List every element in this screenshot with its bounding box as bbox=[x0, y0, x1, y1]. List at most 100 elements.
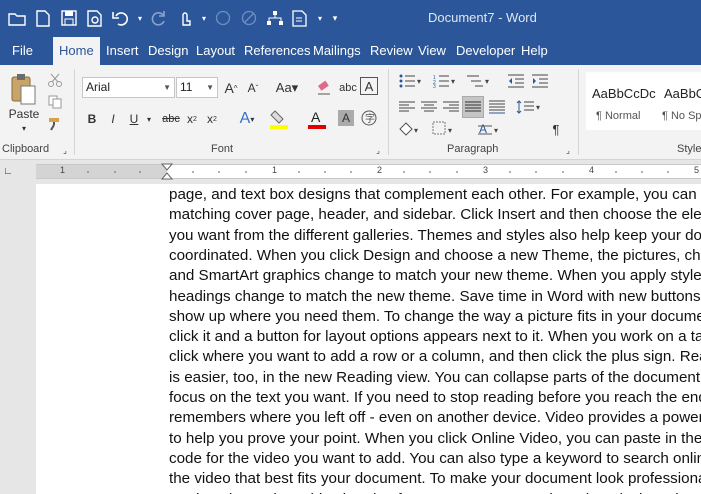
numbering-icon[interactable]: 1 2 3 ▾ bbox=[430, 71, 460, 91]
open-folder-icon[interactable] bbox=[6, 7, 28, 29]
document-text-line[interactable]: show up where you need them. To change t… bbox=[169, 308, 701, 325]
document-text-line[interactable]: click it and a button for layout options… bbox=[169, 328, 701, 345]
decrease-indent-icon[interactable] bbox=[506, 71, 526, 91]
tab-design[interactable]: Design bbox=[142, 37, 194, 65]
tab-layout[interactable]: Layout bbox=[190, 37, 241, 65]
ribbon-tabs: File Home Insert Design Layout Reference… bbox=[0, 37, 701, 66]
document-text-line[interactable]: the video that best fits your document. … bbox=[169, 470, 701, 487]
tab-help[interactable]: Help bbox=[515, 37, 554, 65]
clear-formatting-icon[interactable] bbox=[314, 78, 334, 98]
strikethrough-button[interactable]: abc bbox=[160, 109, 182, 129]
document-text-line[interactable]: you want from the different galleries. T… bbox=[169, 227, 701, 244]
form-icon[interactable] bbox=[290, 7, 312, 29]
grow-font-icon[interactable]: A ^ bbox=[222, 78, 240, 98]
document-text-line[interactable]: matching cover page, header, and sidebar… bbox=[169, 206, 701, 223]
circle-icon[interactable] bbox=[212, 7, 234, 29]
copy-icon[interactable] bbox=[46, 93, 64, 111]
line-spacing-icon[interactable]: ▾ bbox=[514, 97, 544, 117]
show-hide-icon[interactable]: ¶ bbox=[548, 119, 564, 139]
underline-dropdown-icon[interactable]: ▾ bbox=[144, 109, 154, 129]
save-icon[interactable] bbox=[58, 7, 80, 29]
svg-text:▾: ▾ bbox=[536, 103, 540, 112]
tab-references[interactable]: References bbox=[238, 37, 316, 65]
customize-qat-icon[interactable]: ▾ bbox=[328, 7, 342, 29]
paste-button[interactable]: Paste bbox=[4, 107, 44, 121]
font-name-combo[interactable]: Arial ▼ bbox=[82, 77, 175, 98]
document-text-line[interactable]: code for the video you want to add. You … bbox=[169, 450, 701, 467]
svg-text:3: 3 bbox=[433, 84, 436, 88]
print-preview-icon[interactable] bbox=[84, 7, 106, 29]
style-normal[interactable]: AaBbCcDc ¶ Normal bbox=[586, 72, 664, 130]
undo-icon[interactable] bbox=[110, 7, 132, 29]
tab-home[interactable]: Home bbox=[53, 37, 100, 66]
tab-view[interactable]: View bbox=[412, 37, 452, 65]
document-text-line[interactable]: coordinated. When you click Design and c… bbox=[169, 247, 701, 264]
title-bar: ▾ ▾ ▾ ▾ Document7 - Word bbox=[0, 0, 701, 37]
underline-button[interactable]: U bbox=[126, 109, 142, 129]
document-text-line[interactable]: and SmartArt graphics change to match yo… bbox=[169, 267, 701, 284]
hierarchy-icon[interactable] bbox=[264, 7, 286, 29]
undo-dropdown-icon[interactable]: ▾ bbox=[136, 7, 144, 29]
shading-icon[interactable]: ▾ bbox=[396, 119, 424, 139]
tab-selector-icon[interactable]: ∟ bbox=[2, 165, 14, 177]
distributed-icon[interactable] bbox=[486, 97, 508, 117]
document-text-line[interactable]: page, and text box designs that compleme… bbox=[169, 186, 701, 203]
paragraph-launcher-icon[interactable]: ⌟ bbox=[563, 145, 573, 155]
document-text-line[interactable]: to help you prove your point. When you c… bbox=[169, 430, 701, 447]
phonetic-guide-icon[interactable]: abc bbox=[338, 78, 358, 98]
multilevel-list-icon[interactable]: ▾ bbox=[464, 71, 494, 91]
form-dropdown-icon[interactable]: ▾ bbox=[316, 7, 324, 29]
style-name: ¶ Normal bbox=[596, 110, 641, 122]
document-text-line[interactable]: is easier, too, in the new Reading view.… bbox=[169, 369, 701, 386]
shrink-font-icon[interactable]: Aˇ bbox=[244, 78, 262, 98]
svg-text:▾: ▾ bbox=[448, 126, 452, 135]
tab-insert[interactable]: Insert bbox=[100, 37, 145, 65]
text-effects-icon[interactable]: A ▾ bbox=[236, 108, 258, 130]
format-painter-icon[interactable] bbox=[46, 115, 64, 133]
align-left-icon[interactable] bbox=[396, 97, 418, 117]
document-text-line[interactable]: headings change to match the new theme. … bbox=[169, 288, 701, 305]
highlight-color-icon[interactable] bbox=[266, 108, 292, 130]
tab-review[interactable]: Review bbox=[364, 37, 419, 65]
document-page[interactable]: page, and text box designs that compleme… bbox=[36, 184, 701, 494]
document-text-line[interactable]: remembers where you left off - even on a… bbox=[169, 409, 701, 426]
tab-mailings[interactable]: Mailings bbox=[307, 37, 367, 65]
new-document-icon[interactable] bbox=[32, 7, 54, 29]
document-text-line[interactable]: click where you want to add a row or a c… bbox=[169, 348, 701, 365]
change-case-icon[interactable]: Aa▾ bbox=[273, 78, 301, 98]
italic-button[interactable]: I bbox=[106, 109, 120, 129]
font-size-combo[interactable]: 11 ▼ bbox=[176, 77, 218, 98]
indent-marker-icon[interactable] bbox=[161, 163, 173, 181]
align-right-icon[interactable] bbox=[440, 97, 462, 117]
tab-file[interactable]: File bbox=[6, 37, 39, 65]
paste-icon[interactable] bbox=[8, 71, 38, 107]
character-shading-icon[interactable]: A bbox=[338, 110, 354, 126]
asian-layout-icon[interactable]: A ▾ bbox=[476, 119, 504, 139]
paste-dropdown-icon[interactable]: ▾ bbox=[18, 123, 30, 133]
subscript-button[interactable]: x2 bbox=[184, 109, 200, 129]
superscript-button[interactable]: x2 bbox=[204, 109, 220, 129]
justify-icon[interactable] bbox=[462, 96, 484, 118]
touch-dropdown-icon[interactable]: ▾ bbox=[200, 7, 208, 29]
document-text-line[interactable]: produced, Word provides header, footer, … bbox=[169, 491, 696, 494]
draw-icon[interactable] bbox=[238, 7, 260, 29]
align-center-icon[interactable] bbox=[418, 97, 440, 117]
character-border-icon[interactable]: A bbox=[360, 77, 378, 95]
clipboard-group-label: Clipboard bbox=[2, 143, 50, 155]
font-color-icon[interactable]: A bbox=[304, 108, 330, 130]
paragraph-group-label: Paragraph bbox=[447, 143, 499, 155]
borders-icon[interactable]: ▾ bbox=[430, 119, 458, 139]
document-text-line[interactable]: focus on the text you want. If you need … bbox=[169, 389, 701, 406]
font-launcher-icon[interactable]: ⌟ bbox=[373, 145, 383, 155]
clipboard-launcher-icon[interactable]: ⌟ bbox=[60, 145, 70, 155]
enclose-characters-icon[interactable]: 字 bbox=[360, 109, 378, 127]
horizontal-ruler[interactable]: 1 1 2 3 4 5 bbox=[36, 163, 701, 181]
touch-mode-icon[interactable] bbox=[174, 7, 196, 29]
cut-icon[interactable] bbox=[46, 71, 64, 89]
increase-indent-icon[interactable] bbox=[530, 71, 550, 91]
style-no-spacing[interactable]: AaBbCcDc ¶ No Spac... bbox=[658, 72, 701, 130]
tab-developer[interactable]: Developer bbox=[450, 37, 521, 65]
bold-button[interactable]: B bbox=[84, 109, 100, 129]
bullets-icon[interactable]: ▾ bbox=[396, 71, 426, 91]
redo-icon[interactable] bbox=[148, 7, 170, 29]
